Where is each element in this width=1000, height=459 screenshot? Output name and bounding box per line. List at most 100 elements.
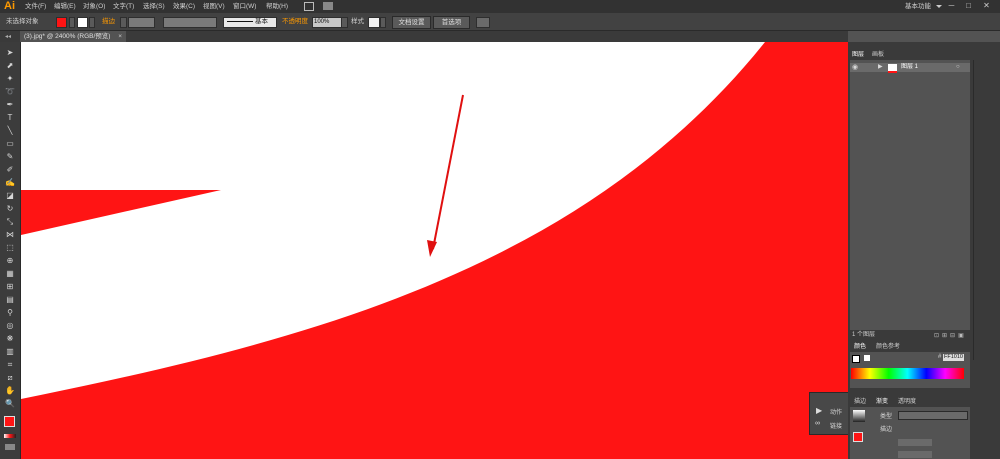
expand-triangle-icon[interactable]: ▶	[878, 64, 883, 71]
color-mode-icon[interactable]	[4, 434, 16, 438]
hand-tool-icon[interactable]: ✋	[5, 386, 15, 396]
menu-effect[interactable]: 效果(C)	[173, 0, 195, 13]
width-tool-icon[interactable]: ⋈	[5, 230, 15, 240]
rectangle-tool-icon[interactable]: ▭	[5, 139, 15, 149]
gradient-tool-icon[interactable]: ▤	[5, 295, 15, 305]
selection-tool-icon[interactable]: ➤	[5, 48, 15, 58]
play-icon[interactable]: ▶	[816, 406, 822, 415]
actions-links-panel: ▶ 动作 ∞ 链接	[809, 392, 850, 435]
symbol-sprayer-tool-icon[interactable]: ❋	[5, 334, 15, 344]
opacity-dropdown[interactable]	[341, 17, 348, 28]
slice-tool-icon[interactable]: ⧄	[5, 373, 15, 383]
perspective-grid-tool-icon[interactable]: ▦	[5, 269, 15, 279]
gradient-type-dropdown[interactable]	[898, 411, 968, 420]
target-circle-icon[interactable]: ○	[956, 63, 960, 72]
tab-transparency[interactable]: 透明度	[898, 398, 916, 406]
fill-dropdown[interactable]	[69, 17, 75, 28]
scale-tool-icon[interactable]: ⤡	[5, 217, 15, 227]
zoom-tool-icon[interactable]: 🔍	[5, 399, 15, 409]
align-icon[interactable]	[476, 17, 490, 28]
brush-definition[interactable]	[223, 17, 277, 28]
tab-color-guide[interactable]: 颜色参考	[876, 343, 900, 351]
menu-file[interactable]: 文件(F)	[25, 0, 46, 13]
visibility-eye-icon[interactable]: ◉	[852, 63, 858, 72]
links-label[interactable]: 链接	[830, 421, 842, 430]
actions-label[interactable]: 动作	[830, 407, 842, 416]
close-tab-icon[interactable]: ×	[118, 33, 122, 40]
drawing-mode-icon[interactable]	[5, 444, 15, 450]
document-tab[interactable]: (3).jpg* @ 2400% (RGB/预览) ×	[20, 31, 127, 42]
blob-brush-tool-icon[interactable]: ✍	[5, 178, 15, 188]
tab-color[interactable]: 颜色	[854, 343, 866, 351]
magic-wand-tool-icon[interactable]: ✦	[5, 74, 15, 84]
document-setup-button[interactable]: 文档设置	[392, 16, 431, 29]
eyedropper-tool-icon[interactable]: ⚲	[5, 308, 15, 318]
preferences-button[interactable]: 首选项	[433, 16, 470, 29]
menu-window[interactable]: 窗口(W)	[233, 0, 256, 13]
restore-icon[interactable]: □	[963, 1, 974, 11]
fill-color-swatch[interactable]	[4, 416, 15, 427]
color-none-swatch[interactable]	[864, 355, 870, 361]
minimize-icon[interactable]: ─	[946, 1, 957, 11]
paintbrush-tool-icon[interactable]: ✎	[5, 152, 15, 162]
variable-width-profile[interactable]	[163, 17, 217, 28]
tab-layers[interactable]: 图层	[852, 51, 864, 59]
red-curved-shape	[21, 42, 848, 459]
lasso-tool-icon[interactable]: ➰	[5, 87, 15, 97]
rotate-tool-icon[interactable]: ↻	[5, 204, 15, 214]
gradient-fill-swatch[interactable]	[853, 432, 863, 442]
menu-help[interactable]: 帮助(H)	[266, 0, 288, 13]
brush-label: 基本	[255, 18, 268, 25]
stroke-label[interactable]: 描边	[102, 13, 115, 30]
artboard-canvas[interactable]	[21, 42, 848, 459]
stroke-weight-input[interactable]	[128, 17, 155, 28]
layer-actions-icons[interactable]: ⊡⊞⊟▣	[934, 332, 967, 339]
pencil-tool-icon[interactable]: ✐	[5, 165, 15, 175]
type-tool-icon[interactable]: T	[5, 113, 15, 123]
line-segment-tool-icon[interactable]: ╲	[5, 126, 15, 136]
menu-view[interactable]: 视图(V)	[203, 0, 225, 13]
artboard-tool-icon[interactable]: ⌗	[5, 360, 15, 370]
direct-selection-tool-icon[interactable]: ⬈	[5, 61, 15, 71]
column-graph-tool-icon[interactable]: ▥	[5, 347, 15, 357]
eraser-tool-icon[interactable]: ◪	[5, 191, 15, 201]
layers-scrollbar[interactable]	[973, 60, 982, 360]
gradient-type-label: 类型	[880, 414, 893, 420]
fill-swatch[interactable]	[56, 17, 67, 28]
chevron-down-icon[interactable]	[936, 5, 942, 8]
free-transform-tool-icon[interactable]: ⬚	[5, 243, 15, 253]
shape-builder-tool-icon[interactable]: ⊕	[5, 256, 15, 266]
arrange-documents-icon[interactable]	[323, 2, 333, 10]
style-dropdown[interactable]	[380, 17, 386, 28]
menu-edit[interactable]: 编辑(E)	[54, 0, 76, 13]
menu-object[interactable]: 对象(O)	[83, 0, 105, 13]
gradient-angle-input[interactable]	[898, 439, 932, 446]
opacity-label[interactable]: 不透明度	[282, 13, 308, 30]
layer-row[interactable]: ◉ ▶ 图层 1 ○	[850, 63, 970, 73]
gradient-thumbnail[interactable]	[853, 410, 865, 422]
stroke-weight-stepper[interactable]	[120, 17, 127, 28]
bridge-icon[interactable]	[304, 2, 314, 11]
collapse-arrows-icon[interactable]: ◂◂	[5, 33, 11, 40]
color-fill-indicator[interactable]	[852, 355, 860, 363]
workspace-switcher[interactable]: 基本功能	[905, 0, 931, 13]
menu-select[interactable]: 选择(S)	[143, 0, 165, 13]
opacity-input[interactable]: 100%	[312, 17, 342, 28]
mesh-tool-icon[interactable]: ⊞	[5, 282, 15, 292]
tab-gradient[interactable]: 渐变	[876, 398, 888, 406]
blend-tool-icon[interactable]: ◎	[5, 321, 15, 331]
menu-type[interactable]: 文字(T)	[113, 0, 134, 13]
stroke-swatch[interactable]	[77, 17, 88, 28]
right-panel-dock: 图层 画板 ◉ ▶ 图层 1 ○ 1 个图层 ⊡⊞⊟▣ 颜色 颜色参考 # FF…	[848, 42, 1000, 459]
close-icon[interactable]: ✕	[981, 1, 992, 11]
color-spectrum[interactable]	[851, 368, 964, 379]
layer-name[interactable]: 图层 1	[901, 63, 918, 72]
tab-artboards[interactable]: 画板	[872, 51, 884, 59]
pen-tool-icon[interactable]: ✒	[5, 100, 15, 110]
tab-stroke[interactable]: 描边	[854, 398, 866, 406]
hex-input[interactable]: FF1010	[943, 354, 964, 361]
gradient-aspect-input[interactable]	[898, 451, 932, 458]
stroke-dropdown[interactable]	[89, 17, 95, 28]
style-swatch[interactable]	[368, 17, 380, 28]
link-icon[interactable]: ∞	[815, 420, 820, 427]
